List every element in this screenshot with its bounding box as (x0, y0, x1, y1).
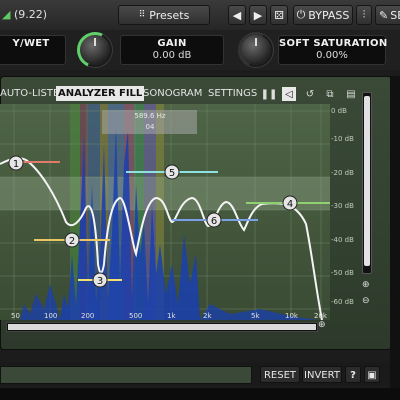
tooltip-frequency: 589.6 Hz (134, 112, 166, 120)
band-2-number: 2 (69, 236, 75, 247)
dry-wet-name: Y/WET (12, 38, 50, 49)
vertical-zoom-scrollbar[interactable] (362, 92, 372, 274)
gain-knob[interactable] (232, 26, 280, 74)
tab-settings[interactable]: SETTINGS (206, 86, 259, 101)
app-logo[interactable]: ◢ (2, 8, 10, 21)
band-5-number: 5 (169, 168, 175, 179)
triangle-left-icon: ◀ (232, 8, 242, 22)
more-button[interactable]: ▣ (364, 366, 380, 383)
tab-sonogram[interactable]: SONOGRAM (141, 86, 204, 101)
band-5-node[interactable]: 5 (164, 164, 180, 180)
bottom-bar: RESET INVERT ? ▣ (0, 362, 390, 386)
eq-graph[interactable]: 589.6 Hz 04 1 2 3 4 5 6 (0, 104, 330, 320)
knob-pointer (94, 38, 96, 46)
freq-label: 2k (203, 312, 212, 320)
freq-label: 10k (285, 312, 298, 320)
knob-arc (71, 26, 119, 74)
band-6-number: 6 (211, 216, 217, 227)
db-label: -30 dB (331, 202, 354, 210)
copy-icon: ⧉ (326, 88, 334, 100)
help-button[interactable]: ? (345, 366, 361, 383)
undo-button[interactable]: ↺ (303, 87, 317, 101)
invert-button[interactable]: INVERT (302, 366, 342, 383)
db-label: 0 dB (331, 107, 347, 115)
band-info-field (0, 366, 252, 384)
freq-label: 200 (81, 312, 95, 320)
paste-icon: ▤ (346, 88, 356, 100)
previous-preset-button[interactable]: ◀ (228, 5, 246, 25)
pause-icon: ❚❚ (260, 88, 278, 100)
band-3-node[interactable]: 3 (92, 272, 108, 288)
top-bar: ◢ (9.22) ⠿ Presets ◀ ▶ ⚄ ⏻ BYPASS ⫶ ✎ SE (0, 0, 400, 31)
soft-saturation-param[interactable]: SOFT SATURATION 0.00% (278, 35, 388, 65)
paste-button[interactable]: ▤ (344, 87, 358, 101)
band-1-node[interactable]: 1 (8, 155, 24, 171)
knob-arc (232, 26, 280, 74)
presets-label: Presets (149, 8, 190, 22)
zoom-in-icon[interactable]: ⊕ (362, 280, 370, 290)
db-label: -40 dB (331, 236, 354, 244)
settings-button[interactable]: ✎ SE (375, 5, 400, 25)
band-2-node[interactable]: 2 (64, 232, 80, 248)
freq-label: 50 (11, 312, 20, 320)
window-edge (390, 76, 400, 400)
triangle-right-icon: ▶ (253, 8, 263, 22)
dry-wet-knob[interactable] (71, 26, 119, 74)
random-preset-button[interactable]: ⚄ (270, 5, 288, 25)
zoom-out-icon[interactable]: ⊖ (362, 296, 370, 306)
zoom-icon[interactable]: ⊕ (318, 320, 326, 330)
settings-label: SE (390, 8, 400, 22)
menu-icon: ▣ (367, 370, 377, 381)
monitor-button[interactable]: ◁ (282, 87, 296, 101)
power-icon: ⏻ (296, 8, 306, 21)
band-6-node[interactable]: 6 (206, 212, 222, 228)
speaker-icon: ◁ (285, 88, 293, 100)
freq-label: 100 (44, 312, 58, 320)
band-4-number: 4 (287, 199, 293, 210)
tooltip-value: 04 (146, 123, 155, 131)
reset-button[interactable]: RESET (260, 366, 300, 383)
band-3-number: 3 (97, 276, 103, 287)
scrollbar-thumb[interactable] (364, 96, 370, 266)
horizontal-scrollbar[interactable] (6, 322, 318, 332)
scrollbar-thumb[interactable] (8, 324, 316, 330)
knob-pointer (255, 38, 257, 46)
db-label: -50 dB (331, 269, 354, 277)
next-preset-button[interactable]: ▶ (249, 5, 267, 25)
db-label: -10 dB (331, 135, 354, 143)
parameter-row: Y/WET GAIN 0.00 dB SOFT SATURATION 0.00% (0, 26, 400, 74)
grid-icon: ⠿ (138, 10, 146, 20)
freq-label: 500 (129, 312, 143, 320)
freq-label: 5k (251, 312, 260, 320)
tab-analyzer[interactable]: ANALYZER (56, 86, 118, 101)
freq-label: 1k (167, 312, 176, 320)
band-1-number: 1 (13, 159, 19, 170)
bypass-button[interactable]: ⏻ BYPASS (293, 5, 353, 25)
footer-strip (0, 388, 400, 400)
band-4-node[interactable]: 4 (282, 195, 298, 211)
undo-icon: ↺ (305, 88, 315, 100)
dry-wet-param[interactable]: Y/WET (0, 35, 66, 65)
soft-saturation-name: SOFT SATURATION (279, 38, 388, 49)
bypass-label: BYPASS (308, 8, 350, 22)
pause-button[interactable]: ❚❚ (260, 87, 278, 101)
mixer-button[interactable]: ⫶ (356, 5, 372, 25)
gain-name: GAIN (157, 38, 187, 49)
sliders-icon: ⫶ (362, 8, 366, 21)
version-label: (9.22) (14, 8, 48, 21)
db-label: -20 dB (331, 169, 354, 177)
wrench-icon: ✎ (379, 8, 389, 22)
gain-value: 0.00 dB (152, 50, 192, 61)
presets-button[interactable]: ⠿ Presets (118, 5, 210, 25)
freq-label: 20k (314, 312, 327, 320)
gain-param[interactable]: GAIN 0.00 dB (120, 35, 224, 65)
soft-saturation-value: 0.00% (316, 50, 348, 61)
copy-button[interactable]: ⧉ (323, 87, 337, 101)
db-label: -60 dB (331, 298, 354, 306)
dice-icon: ⚄ (274, 8, 284, 22)
